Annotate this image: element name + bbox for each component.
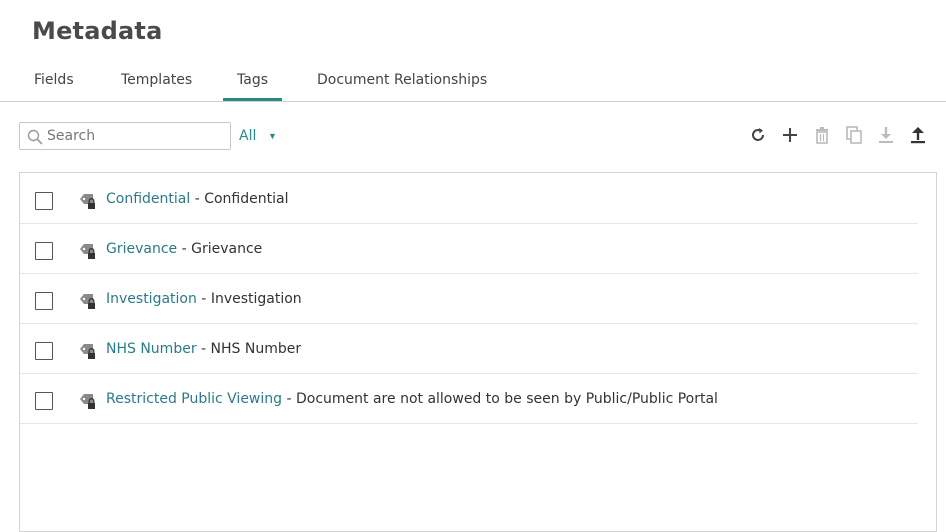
tab-document-relationships[interactable]: Document Relationships <box>317 72 487 101</box>
tab-templates[interactable]: Templates <box>121 72 192 101</box>
chevron-down-icon[interactable]: ▼ <box>268 131 277 141</box>
search-input[interactable] <box>47 126 227 146</box>
tag-separator: - <box>177 241 192 257</box>
tag-separator: - <box>196 341 211 357</box>
tag-description: Grievance <box>191 241 263 257</box>
locked-tag-icon <box>80 394 95 409</box>
tag-name-link[interactable]: Grievance <box>106 241 177 257</box>
tag-separator: - <box>190 191 205 207</box>
download-icon[interactable] <box>876 125 896 145</box>
tag-name-link[interactable]: NHS Number <box>106 341 197 357</box>
row-checkbox[interactable] <box>35 292 53 310</box>
tag-text: NHS Number - NHS Number <box>106 341 301 357</box>
list-item[interactable]: Confidential - Confidential <box>20 174 918 224</box>
list-item[interactable]: Restricted Public Viewing - Document are… <box>20 374 918 424</box>
tab-bar: Fields Templates Tags Document Relations… <box>0 64 946 102</box>
tag-description: NHS Number <box>210 341 302 357</box>
row-checkbox[interactable] <box>35 392 53 410</box>
tag-text: Restricted Public Viewing - Document are… <box>106 391 718 407</box>
tag-text: Grievance - Grievance <box>106 241 262 257</box>
tab-tags[interactable]: Tags <box>223 72 282 101</box>
tag-description: Confidential <box>204 191 289 207</box>
upload-icon[interactable] <box>908 125 928 145</box>
locked-tag-icon <box>80 344 95 359</box>
refresh-icon[interactable] <box>748 125 768 145</box>
tag-text: Confidential - Confidential <box>106 191 288 207</box>
filter-dropdown[interactable]: All <box>239 128 256 144</box>
tag-name-link[interactable]: Investigation <box>106 291 197 307</box>
row-checkbox[interactable] <box>35 192 53 210</box>
locked-tag-icon <box>80 244 95 259</box>
copy-icon[interactable] <box>844 125 864 145</box>
tag-separator: - <box>282 391 296 407</box>
tag-name-link[interactable]: Confidential <box>106 191 190 207</box>
add-icon[interactable] <box>780 125 800 145</box>
delete-icon[interactable] <box>812 125 832 145</box>
row-checkbox[interactable] <box>35 342 53 360</box>
row-checkbox[interactable] <box>35 242 53 260</box>
list-item[interactable]: NHS Number - NHS Number <box>20 324 918 374</box>
page-title: Metadata <box>32 17 163 45</box>
tag-description: Document are not allowed to be seen by P… <box>296 391 718 407</box>
tab-fields[interactable]: Fields <box>34 72 74 101</box>
locked-tag-icon <box>80 194 95 209</box>
tag-description: Investigation <box>210 291 302 307</box>
list-item[interactable]: Grievance - Grievance <box>20 224 918 274</box>
locked-tag-icon <box>80 294 95 309</box>
tag-text: Investigation - Investigation <box>106 291 302 307</box>
tag-separator: - <box>196 291 211 307</box>
list-item[interactable]: Investigation - Investigation <box>20 274 918 324</box>
search-icon <box>27 129 43 145</box>
tag-list: Confidential - Confidential Grievance - … <box>19 172 937 532</box>
tag-name-link[interactable]: Restricted Public Viewing <box>106 391 282 407</box>
search-box <box>19 122 231 150</box>
